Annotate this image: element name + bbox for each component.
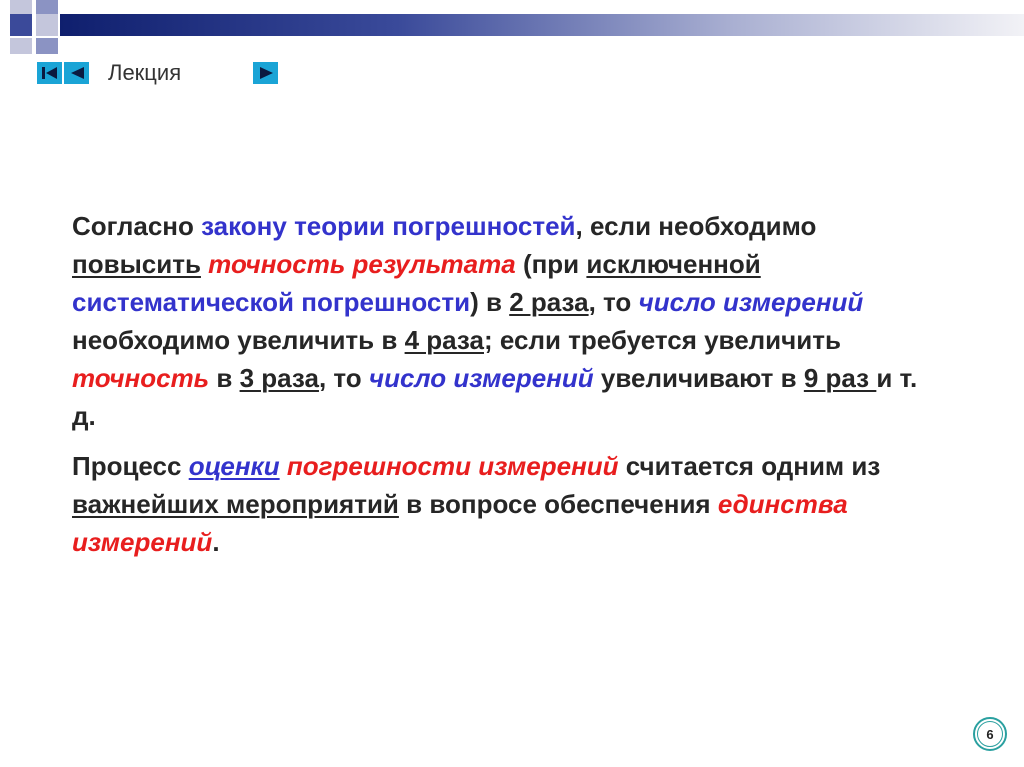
- term-most-important-measures: важнейших мероприятий: [72, 489, 399, 519]
- term-number-of-measurements: число измерений: [368, 363, 594, 393]
- term-9-times: 9 раз: [803, 363, 877, 393]
- slide: Лекция Согласно закону теории погрешност…: [0, 0, 1024, 767]
- slide-body: Согласно закону теории погрешностей, есл…: [72, 207, 942, 561]
- next-page-button[interactable]: [253, 62, 278, 84]
- term-measurement-error: погрешности измерений: [286, 451, 619, 481]
- text-span: .: [212, 527, 220, 557]
- page-number-badge: 6: [973, 717, 1007, 751]
- term-excluded: исключенной: [586, 249, 761, 279]
- decor-square: [36, 38, 58, 54]
- paragraph-error-estimation: Процесс оценки погрешности измерений счи…: [72, 447, 942, 561]
- text-span: , если необходимо: [575, 211, 817, 241]
- first-page-icon: [41, 67, 57, 79]
- term-number-of-measurements: число измерений: [638, 287, 864, 317]
- text-span: увеличивают в: [593, 363, 804, 393]
- lecture-title: Лекция: [108, 60, 182, 85]
- text-span: считается одним из: [618, 451, 881, 481]
- decor-square: [10, 38, 32, 54]
- next-page-icon: [259, 67, 273, 79]
- text-span: Процесс: [72, 451, 189, 481]
- text-span: ; если требуется увеличить: [483, 325, 841, 355]
- term-accuracy: точность: [72, 363, 210, 393]
- text-span: [280, 451, 287, 481]
- decor-square: [10, 0, 32, 14]
- previous-page-button[interactable]: [64, 62, 89, 84]
- text-span: , то: [318, 363, 369, 393]
- term-increase: повысить: [72, 249, 201, 279]
- paragraph-error-law: Согласно закону теории погрешностей, есл…: [72, 207, 942, 435]
- text-span: Согласно: [72, 211, 202, 241]
- decor-square: [10, 14, 32, 36]
- text-span: в: [209, 363, 240, 393]
- text-span: необходимо увеличить в: [72, 325, 405, 355]
- first-page-button[interactable]: [37, 62, 62, 84]
- text-span: (при: [515, 249, 587, 279]
- header-gradient-band: [60, 14, 1024, 36]
- term-systematic-error: систематической погрешности: [72, 287, 471, 317]
- page-number: 6: [986, 726, 994, 742]
- term-result-accuracy: точность результата: [208, 249, 516, 279]
- text-span: в вопросе обеспечения: [398, 489, 718, 519]
- previous-page-icon: [70, 67, 84, 79]
- term-3-times: 3 раза: [239, 363, 319, 393]
- term-2-times: 2 раза: [509, 287, 589, 317]
- decor-square: [36, 14, 58, 36]
- text-span: , то: [588, 287, 639, 317]
- text-span: ) в: [470, 287, 510, 317]
- nav-group-right: [253, 62, 278, 84]
- term-error-theory-law: закону теории погрешностей: [201, 211, 576, 241]
- decor-square: [36, 0, 58, 14]
- nav-group-left: [37, 62, 89, 84]
- term-estimation: оценки: [188, 451, 280, 481]
- page-number-ring: 6: [977, 721, 1003, 747]
- term-4-times: 4 раза: [404, 325, 484, 355]
